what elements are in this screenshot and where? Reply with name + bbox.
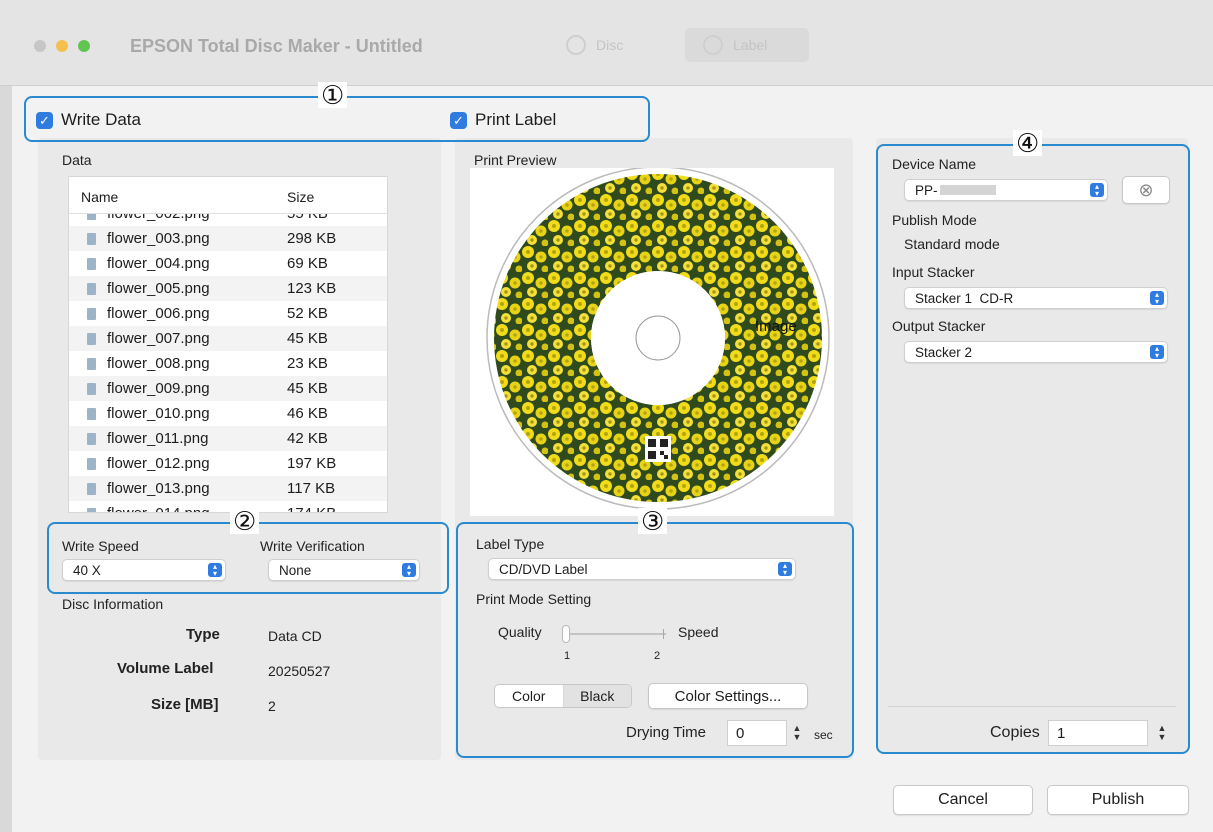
file-size: 123 KB: [287, 280, 337, 297]
file-size: 42 KB: [287, 430, 328, 447]
file-row[interactable]: flower_014.png 174 KB: [69, 501, 387, 512]
window-title: EPSON Total Disc Maker - Untitled: [130, 36, 423, 56]
file-name: flower_012.png: [107, 455, 210, 472]
file-size: 45 KB: [287, 380, 328, 397]
file-row[interactable]: flower_006.png 52 KB: [69, 301, 387, 326]
png-file-icon: [87, 332, 96, 345]
callout-2-badge: ②: [230, 508, 260, 534]
file-row[interactable]: flower_004.png 69 KB: [69, 251, 387, 276]
tab-disc-label: Disc: [596, 37, 624, 53]
data-panel-title: Data: [62, 152, 92, 168]
file-size: 174 KB: [287, 505, 336, 512]
tab-label[interactable]: Label: [685, 28, 809, 62]
file-name: flower_010.png: [107, 405, 210, 422]
label-icon: [703, 35, 723, 55]
back-window-titlebar: EPSON Total Disc Maker - Untitled Disc L…: [0, 0, 1213, 86]
png-file-icon: [87, 357, 96, 370]
file-row[interactable]: flower_010.png 46 KB: [69, 401, 387, 426]
tab-disc[interactable]: Disc: [548, 28, 668, 62]
file-size: 45 KB: [287, 330, 328, 347]
file-name: flower_005.png: [107, 280, 210, 297]
png-file-icon: [87, 482, 96, 495]
size-value: 2: [268, 698, 276, 714]
file-row[interactable]: flower_009.png 45 KB: [69, 376, 387, 401]
minimize-light-icon[interactable]: [56, 40, 68, 52]
volume-label-label: Volume Label: [117, 660, 214, 677]
callout-1-badge: ①: [318, 82, 348, 108]
callout-3-badge: ③: [638, 508, 668, 534]
file-size: 23 KB: [287, 355, 328, 372]
file-list[interactable]: Name Size flower_002.png55 KBflower_003.…: [68, 176, 388, 513]
file-name: flower_011.png: [107, 430, 209, 447]
file-size: 46 KB: [287, 405, 328, 422]
file-size: 298 KB: [287, 230, 337, 247]
type-value: Data CD: [268, 628, 322, 644]
file-row[interactable]: flower_005.png 123 KB: [69, 276, 387, 301]
file-row[interactable]: flower_008.png 23 KB: [69, 351, 387, 376]
file-size: 69 KB: [287, 255, 328, 272]
file-row[interactable]: flower_013.png 117 KB: [69, 476, 387, 501]
png-file-icon: [87, 407, 96, 420]
disc-icon: [566, 35, 586, 55]
png-file-icon: [87, 457, 96, 470]
size-label: Size [MB]: [151, 696, 219, 713]
file-size: 197 KB: [287, 455, 337, 472]
publish-button[interactable]: Publish: [1047, 785, 1189, 815]
disc-preview-image: [486, 166, 830, 510]
traffic-lights: [34, 40, 90, 52]
callout-4-frame: [876, 144, 1190, 754]
print-preview-area: Image: [470, 166, 834, 516]
png-file-icon: [87, 232, 96, 245]
type-label: Type: [186, 626, 220, 643]
png-file-icon: [87, 382, 96, 395]
volume-label-value: 20250527: [268, 663, 331, 679]
png-file-icon: [87, 507, 96, 512]
disc-information-title: Disc Information: [62, 596, 164, 612]
close-light-icon[interactable]: [34, 40, 46, 52]
file-size: 117 KB: [287, 480, 336, 497]
tab-label-label: Label: [733, 37, 768, 53]
file-row[interactable]: flower_003.png 298 KB: [69, 226, 387, 251]
file-name: flower_009.png: [107, 380, 210, 397]
png-file-icon: [87, 432, 96, 445]
callout-4-badge: ④: [1013, 130, 1043, 156]
png-file-icon: [87, 257, 96, 270]
file-name: flower_014.png: [107, 505, 210, 512]
file-name: flower_004.png: [107, 255, 210, 272]
size-column-header[interactable]: Size: [287, 189, 314, 205]
name-column-header[interactable]: Name: [81, 189, 118, 205]
file-name: flower_008.png: [107, 355, 210, 372]
file-row[interactable]: flower_007.png 45 KB: [69, 326, 387, 351]
file-row[interactable]: flower_011.png 42 KB: [69, 426, 387, 451]
file-row[interactable]: flower_012.png 197 KB: [69, 451, 387, 476]
file-size: 52 KB: [287, 305, 328, 322]
image-placeholder-text: Image: [755, 318, 797, 335]
cancel-button[interactable]: Cancel: [893, 785, 1033, 815]
zoom-light-icon[interactable]: [78, 40, 90, 52]
file-name: flower_006.png: [107, 305, 210, 322]
window-edge: [0, 86, 12, 832]
print-preview-title: Print Preview: [474, 152, 557, 168]
file-name: flower_007.png: [107, 330, 210, 347]
png-file-icon: [87, 307, 96, 320]
callout-3-frame: [456, 522, 854, 758]
file-name: flower_003.png: [107, 230, 210, 247]
file-name: flower_013.png: [107, 480, 210, 497]
file-list-header: Name Size: [69, 177, 387, 214]
png-file-icon: [87, 282, 96, 295]
